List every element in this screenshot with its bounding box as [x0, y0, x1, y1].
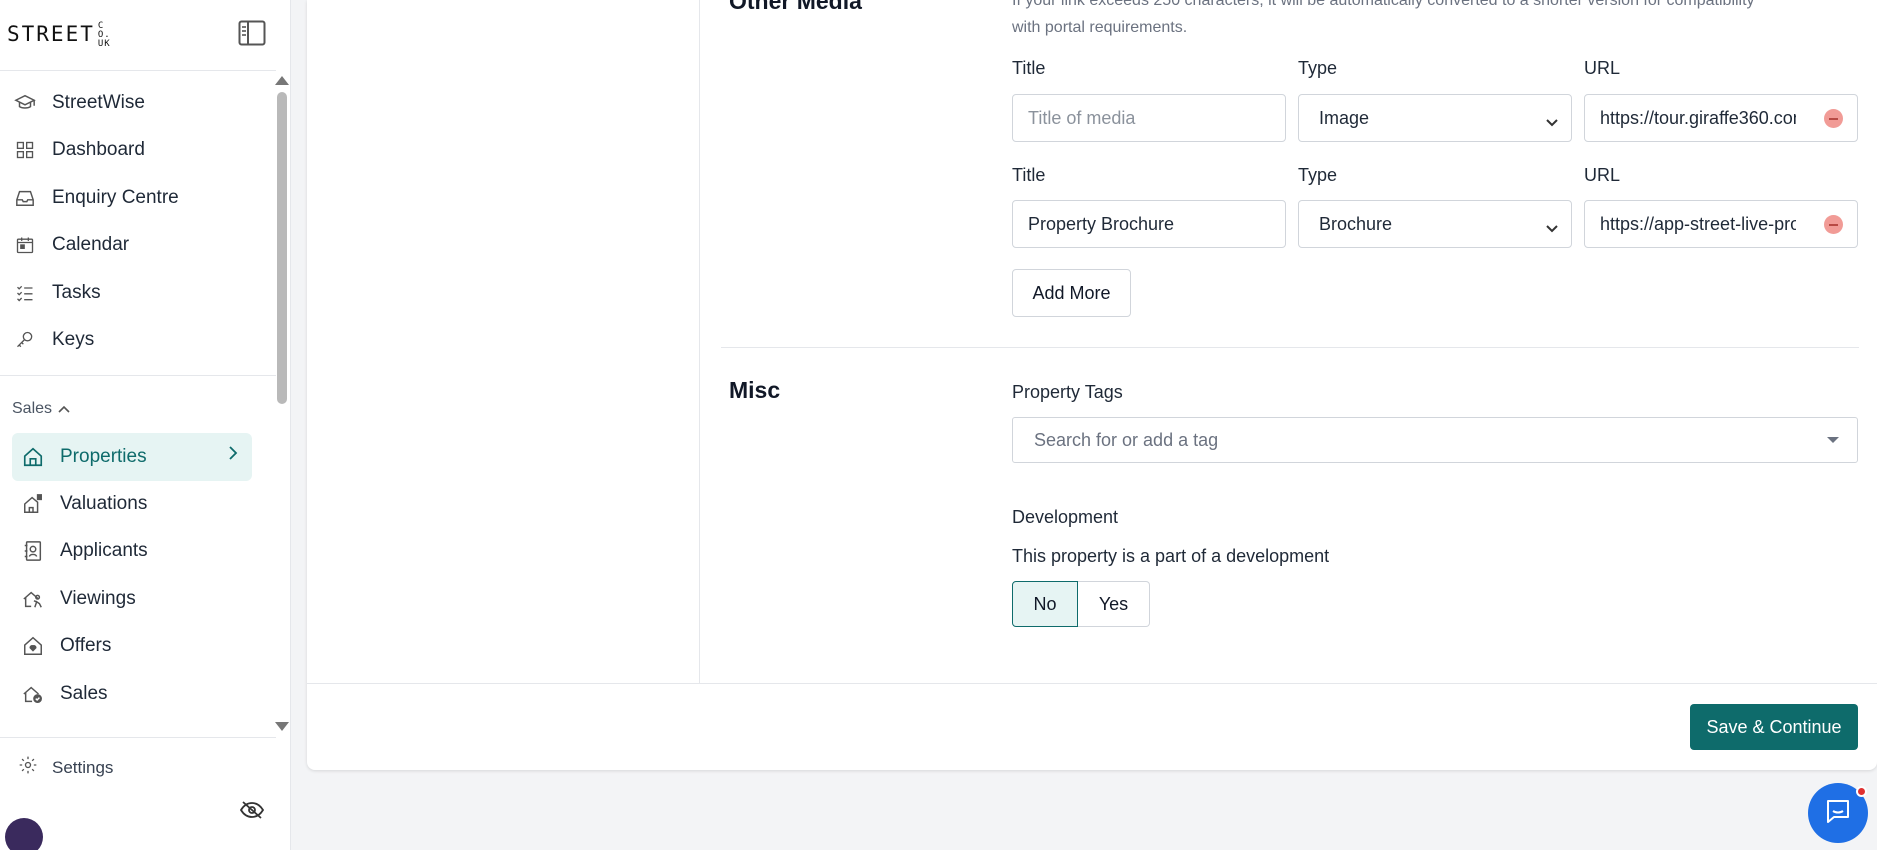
sidebar: STREET CO.UK StreetWise Dashboard Enquiry… — [0, 0, 291, 850]
media-url-input[interactable]: https://tour.giraffe360.com — [1584, 94, 1858, 142]
footer-divider — [307, 683, 1877, 684]
media-title-label: Title — [1012, 165, 1046, 185]
sidebar-item-label: Settings — [52, 757, 114, 777]
sidebar-item-label: Offers — [60, 635, 112, 656]
add-more-button[interactable]: Add More — [1012, 269, 1131, 317]
sidebar-item-label: Sales — [60, 683, 108, 704]
media-url-label: URL — [1584, 58, 1621, 78]
media-type-select[interactable]: Image — [1298, 94, 1572, 142]
sidebar-item-viewings[interactable]: Viewings — [12, 576, 252, 622]
sidebar-scroll-up[interactable] — [275, 76, 289, 85]
sidebar-item-applicants[interactable]: Applicants — [12, 528, 252, 574]
media-title-input[interactable]: Title of media — [1012, 94, 1286, 142]
sidebar-divider — [0, 375, 276, 376]
other-media-helper-line2: with portal requirements. — [1012, 19, 1188, 36]
sidebar-item-label: Dashboard — [52, 139, 145, 160]
sidebar-item-label: Tasks — [52, 282, 101, 303]
sidebar-item-settings[interactable]: Settings — [18, 755, 113, 780]
sidebar-item-offers[interactable]: Offers — [12, 623, 252, 669]
property-tags-input[interactable]: Search for or add a tag — [1012, 417, 1858, 463]
sidebar-item-properties[interactable]: Properties — [12, 433, 252, 481]
grid-icon — [12, 137, 38, 163]
house-check-icon — [20, 681, 46, 707]
chevron-up-icon — [58, 400, 70, 418]
chevron-right-icon — [228, 445, 238, 467]
media-type-label: Type — [1298, 165, 1338, 185]
sidebar-item-label: Applicants — [60, 540, 148, 561]
sidebar-item-streetwise[interactable]: StreetWise — [12, 80, 252, 126]
house-flag-icon — [20, 491, 46, 517]
media-url-label: URL — [1584, 165, 1621, 185]
property-tags-label: Property Tags — [1012, 382, 1123, 402]
column-divider — [699, 0, 700, 683]
media-type-label: Type — [1298, 58, 1338, 78]
gear-icon — [18, 755, 38, 780]
sidebar-item-label: StreetWise — [52, 92, 145, 113]
development-yes-button[interactable]: Yes — [1078, 581, 1150, 627]
sidebar-item-label: Enquiry Centre — [52, 187, 179, 208]
sidebar-section-sales[interactable]: Sales — [12, 400, 70, 418]
contact-card-icon — [20, 538, 46, 564]
media-title-label: Title — [1012, 58, 1046, 78]
avatar[interactable] — [5, 818, 43, 850]
sidebar-item-valuations[interactable]: Valuations — [12, 481, 252, 527]
key-icon — [12, 327, 38, 353]
caret-down-icon — [1827, 437, 1839, 443]
media-url-input[interactable]: https://app-street-live-production — [1584, 200, 1858, 248]
save-continue-button[interactable]: Save & Continue — [1690, 704, 1858, 750]
house-icon — [20, 444, 46, 470]
misc-title: Misc — [729, 377, 781, 403]
sidebar-item-label: Valuations — [60, 493, 148, 514]
inbox-icon — [12, 185, 38, 211]
remove-media-icon[interactable] — [1824, 109, 1843, 128]
remove-media-icon[interactable] — [1824, 215, 1843, 234]
house-person-icon — [20, 586, 46, 612]
development-question: This property is a part of a development — [1012, 546, 1330, 566]
sidebar-item-label: Viewings — [60, 588, 136, 609]
house-heart-icon — [20, 633, 46, 659]
other-media-helper-line1: If your link exceeds 250 characters, it … — [1012, 0, 1755, 9]
chat-bubble-icon — [1824, 798, 1852, 829]
chevron-down-icon — [1545, 112, 1559, 133]
graduation-cap-icon — [12, 90, 38, 116]
sidebar-divider — [0, 737, 276, 738]
sidebar-item-label: Properties — [60, 446, 147, 467]
chevron-down-icon — [1545, 218, 1559, 239]
sidebar-scrollbar[interactable] — [277, 92, 287, 404]
sidebar-item-enquiry-centre[interactable]: Enquiry Centre — [12, 175, 252, 221]
sidebar-item-calendar[interactable]: Calendar — [12, 222, 252, 268]
sidebar-scroll-down[interactable] — [275, 722, 289, 731]
sidebar-item-label: Keys — [52, 329, 95, 350]
sidebar-item-tasks[interactable]: Tasks — [12, 270, 252, 316]
other-media-title: Other Media — [729, 0, 862, 14]
development-label: Development — [1012, 507, 1119, 527]
eye-off-icon[interactable] — [239, 800, 265, 825]
checklist-icon — [12, 280, 38, 306]
sidebar-collapse-icon[interactable] — [238, 20, 266, 46]
development-no-button[interactable]: No — [1012, 581, 1078, 627]
sidebar-item-sales[interactable]: Sales — [12, 671, 252, 717]
sidebar-item-keys[interactable]: Keys — [12, 317, 252, 363]
media-type-select[interactable]: Brochure — [1298, 200, 1572, 248]
notification-dot — [1856, 786, 1867, 797]
sidebar-divider — [0, 70, 276, 71]
calendar-icon — [12, 232, 38, 258]
brand-logo[interactable]: STREET CO.UK — [7, 22, 116, 49]
sidebar-item-dashboard[interactable]: Dashboard — [12, 127, 252, 173]
sidebar-item-label: Calendar — [52, 234, 130, 255]
section-divider — [721, 347, 1859, 348]
development-toggle: No Yes — [1012, 581, 1150, 627]
media-title-input[interactable]: Property Brochure — [1012, 200, 1286, 248]
